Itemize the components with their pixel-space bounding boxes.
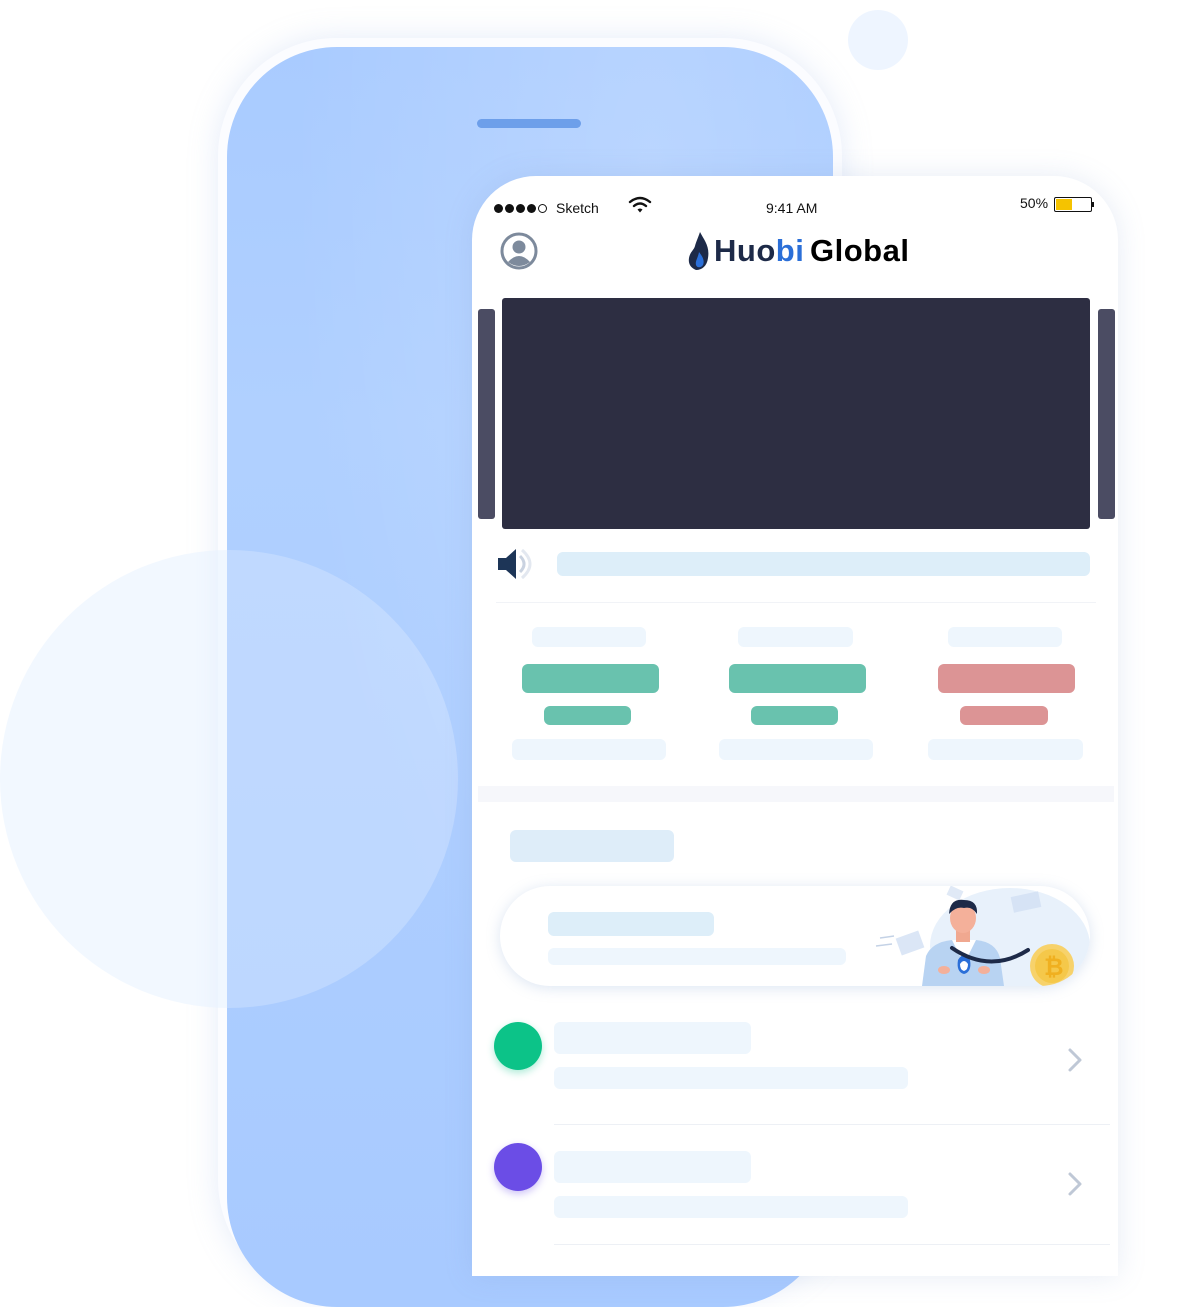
divider [554, 1244, 1110, 1245]
ticker-volume-placeholder [928, 739, 1083, 760]
back-phone-speaker [477, 119, 581, 128]
ticker-change-placeholder [544, 706, 631, 725]
section-title-placeholder [510, 830, 674, 862]
battery-cap [1092, 202, 1094, 207]
user-avatar-icon[interactable] [500, 232, 538, 270]
list-item-dot [494, 1022, 542, 1070]
front-phone-screen: Sketch 9:41 AM 50% Huobi Global ₿ [472, 176, 1118, 1276]
battery-level-fill [1056, 199, 1072, 210]
ticker-price-placeholder [938, 664, 1075, 693]
paper-icon [875, 930, 925, 956]
wifi-icon [628, 196, 652, 213]
divider [496, 602, 1096, 603]
carousel-next-slide[interactable] [1098, 309, 1115, 519]
list-item-subtitle-placeholder [554, 1067, 908, 1089]
carrier-name: Sketch [556, 200, 599, 216]
bitcoin-coin-icon: ₿ [1030, 944, 1074, 986]
ticker-price-placeholder [522, 664, 659, 693]
ticker-volume-placeholder [719, 739, 873, 760]
ticker-price-placeholder [729, 664, 866, 693]
list-item-title-placeholder [554, 1022, 751, 1054]
brand-logo: Huobi [714, 233, 804, 269]
flame-logo-icon [688, 232, 709, 270]
list-item-title-placeholder [554, 1151, 751, 1183]
list-item-dot [494, 1143, 542, 1191]
decor-circle-small [848, 10, 908, 70]
logo-text-bi: bi [775, 233, 805, 268]
announcement-speaker-icon [498, 548, 532, 580]
ticker-change-placeholder [751, 706, 838, 725]
status-time: 9:41 AM [766, 200, 818, 216]
ticker-volume-placeholder [512, 739, 666, 760]
chevron-right-icon[interactable] [1066, 1171, 1084, 1197]
section-separator [478, 786, 1114, 802]
ticker-change-placeholder [960, 706, 1048, 725]
brand-logo-global: Global [810, 233, 910, 268]
status-bar: Sketch 9:41 AM 50% [472, 176, 1118, 222]
signal-strength-icon [494, 200, 549, 216]
promo-title-placeholder [548, 912, 714, 936]
ticker-pair-placeholder [532, 627, 646, 647]
ticker-pair-placeholder [948, 627, 1062, 647]
battery-icon [1054, 197, 1092, 212]
battery-percent: 50% [1020, 195, 1049, 211]
banner-slide[interactable] [502, 298, 1090, 529]
divider [554, 1124, 1110, 1125]
svg-text:₿: ₿ [1044, 954, 1064, 981]
chevron-right-icon[interactable] [1066, 1047, 1084, 1073]
promo-subtitle-placeholder [548, 948, 846, 965]
promo-illustration: ₿ [875, 886, 1090, 986]
carousel-prev-slide[interactable] [478, 309, 495, 519]
promo-card[interactable]: ₿ [500, 886, 1090, 986]
logo-text-huo: Huo [714, 233, 776, 268]
list-item-subtitle-placeholder [554, 1196, 908, 1218]
ticker-pair-placeholder [738, 627, 853, 647]
announcement-bar[interactable] [557, 552, 1090, 576]
